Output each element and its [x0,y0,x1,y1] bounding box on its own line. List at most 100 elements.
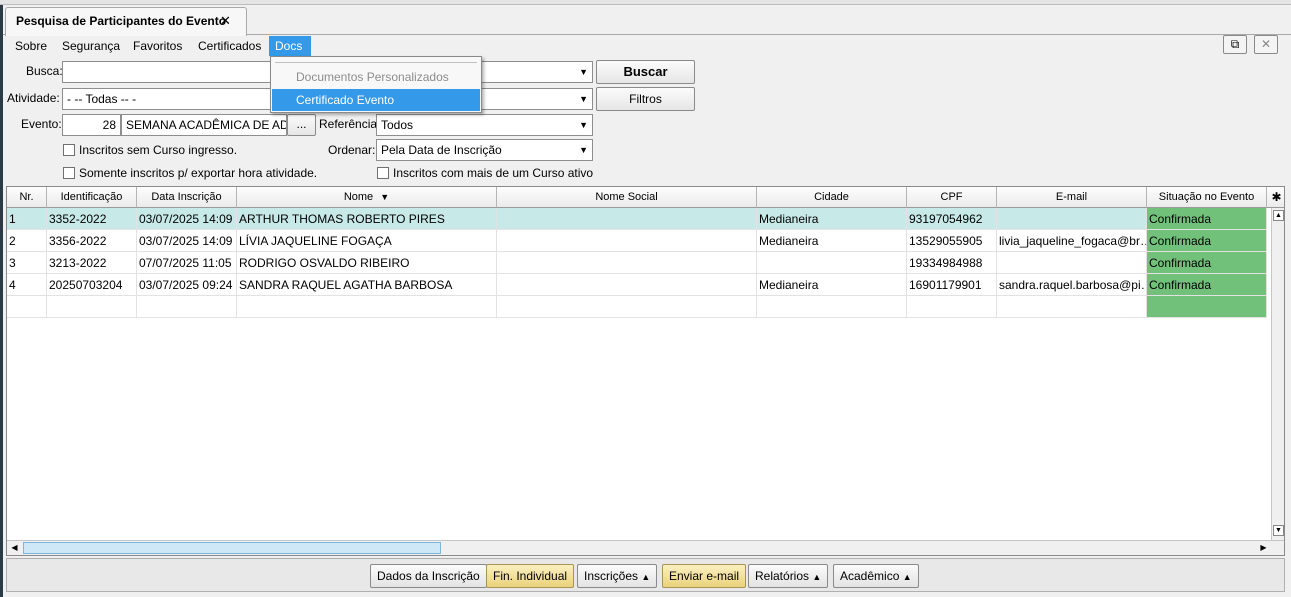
scroll-left-icon[interactable]: ◀ [9,542,20,554]
column-settings-icon[interactable]: ✱ [1267,187,1284,208]
col-header-email[interactable]: E-mail [997,187,1147,208]
cell-nome-social [497,296,757,318]
horizontal-scrollbar[interactable]: ◀ ▶ [7,540,1284,555]
scroll-down-icon[interactable]: ▼ [1273,525,1284,536]
vertical-scrollbar[interactable]: ▲ ▼ [1271,208,1284,540]
cell-data: 03/07/2025 14:09 [137,208,237,230]
cell-identificacao: 3352-2022 [47,208,137,230]
evento-name-input[interactable]: SEMANA ACADÊMICA DE ADM [121,114,287,136]
cell-cidade [757,296,907,318]
referencia-select[interactable]: Todos [376,114,593,136]
cell-identificacao [47,296,137,318]
relatorios-label: Relatórios [755,569,810,583]
caret-up-icon: ▲ [641,572,651,582]
menu-sobre[interactable]: Sobre [9,36,53,56]
referencia-value: Todos [381,118,414,132]
cell-nome: RODRIGO OSVALDO RIBEIRO [237,252,497,274]
sem-curso-checkbox[interactable] [63,144,75,156]
academico-label: Acadêmico [840,569,900,583]
cell-nome: SANDRA RAQUEL AGATHA BARBOSA [237,274,497,296]
table-row[interactable]: 2 3356-2022 03/07/2025 14:09 LÍVIA JAQUELIN… [7,230,1269,252]
col-header-identificacao[interactable]: Identificação [47,187,137,208]
col-header-nome[interactable]: Nome ▼ [237,187,497,208]
col-header-situacao[interactable]: Situação no Evento [1147,187,1267,208]
menu-favoritos[interactable]: Favoritos [127,36,188,56]
inscricoes-button[interactable]: Inscrições ▲ [577,564,658,588]
menu-certificados[interactable]: Certificados [192,36,267,56]
menu-item-documentos-personalizados: Documentos Personalizados [296,70,449,84]
table-row[interactable]: 1 3352-2022 03/07/2025 14:09 ARTHUR THOMAS … [7,208,1269,230]
relatorios-button[interactable]: Relatórios ▲ [748,564,829,588]
atividade-label: Atividade: [7,91,60,105]
cell-email [997,252,1147,274]
evento-lookup-button[interactable]: ... [287,114,316,136]
cell-situacao: Confirmada [1147,208,1267,230]
docs-dropdown-menu: Documentos Personalizados Certificado Ev… [270,56,482,113]
cell-data: 03/07/2025 14:09 [137,230,237,252]
academico-button[interactable]: Acadêmico ▲ [833,564,919,588]
cell-situacao: Confirmada [1147,230,1267,252]
cell-situacao: Confirmada [1147,252,1267,274]
cell-nr [7,296,47,318]
cell-email [997,296,1147,318]
cell-cidade [757,252,907,274]
col-header-nr[interactable]: Nr. [7,187,47,208]
tab-participantes[interactable]: Pesquisa de Participantes do Evento ✕ [5,7,247,36]
ordenar-select[interactable]: Pela Data de Inscrição [376,139,593,161]
cell-nome-social [497,230,757,252]
busca-label: Busca: [26,64,63,78]
table-row[interactable] [7,296,1269,318]
cell-nome: ARTHUR THOMAS ROBERTO PIRES [237,208,497,230]
exportar-label: Somente inscritos p/ exportar hora ativi… [79,166,318,180]
cell-situacao: Confirmada [1147,274,1267,296]
close-window-icon[interactable]: ✕ [1254,35,1278,54]
scroll-up-icon[interactable]: ▲ [1273,210,1284,221]
cell-email: sandra.raquel.barbosa@pi… [997,274,1147,296]
cell-nr: 2 [7,230,47,252]
buscar-button[interactable]: Buscar [596,60,695,84]
table-row[interactable]: 4 20250703204 03/07/2025 09:24 SANDRA RAQUE… [7,274,1269,296]
evento-label: Evento: [21,117,62,131]
menu-seguranca[interactable]: Segurança [56,36,126,56]
cell-nome-social [497,274,757,296]
mais-curso-label: Inscritos com mais de um Curso ativo [393,166,594,180]
cell-data [137,296,237,318]
menu-docs[interactable]: Docs [269,36,311,56]
tab-title: Pesquisa de Participantes do Evento [16,14,227,28]
cell-situacao [1147,296,1267,318]
menu-item-certificado-evento[interactable]: Certificado Evento [272,89,480,111]
sort-desc-icon: ▼ [380,192,390,202]
window-edge [0,0,3,597]
mais-curso-checkbox[interactable] [377,167,389,179]
menu-docs-label: Docs [275,39,303,53]
cell-cpf: 93197054962 [907,208,997,230]
col-header-cidade[interactable]: Cidade [757,187,907,208]
participants-table: Nr. Identificação Data Inscrição Nome ▼ … [6,186,1285,556]
col-header-cpf[interactable]: CPF [907,187,997,208]
cell-nr: 1 [7,208,47,230]
col-header-nome-social[interactable]: Nome Social [497,187,757,208]
detach-window-icon[interactable]: ⧉ [1223,35,1247,54]
fin-individual-button[interactable]: Fin. Individual [486,564,575,588]
horizontal-scroll-thumb[interactable] [23,542,441,554]
cell-nome-social [497,208,757,230]
filtros-button[interactable]: Filtros [596,87,695,111]
cell-cpf: 13529055905 [907,230,997,252]
cell-email [997,208,1147,230]
sem-curso-label: Inscritos sem Curso ingresso. [79,143,238,157]
menu-separator [275,62,477,63]
table-row[interactable]: 3 3213-2022 07/07/2025 11:05 RODRIGO OSVALD… [7,252,1269,274]
dados-inscricao-button[interactable]: Dados da Inscrição [370,564,487,588]
enviar-email-button[interactable]: Enviar e-mail [662,564,747,588]
exportar-checkbox[interactable] [63,167,75,179]
evento-code-input[interactable]: 28 [62,114,121,136]
col-header-data[interactable]: Data Inscrição [137,187,237,208]
scroll-right-icon[interactable]: ▶ [1258,542,1269,554]
ordenar-label: Ordenar: [328,143,376,157]
caret-up-icon: ▲ [902,572,912,582]
close-icon[interactable]: ✕ [220,13,231,29]
col-header-nome-label: Nome [343,191,374,203]
cell-data: 03/07/2025 09:24 [137,274,237,296]
cell-data: 07/07/2025 11:05 [137,252,237,274]
cell-nr: 4 [7,274,47,296]
